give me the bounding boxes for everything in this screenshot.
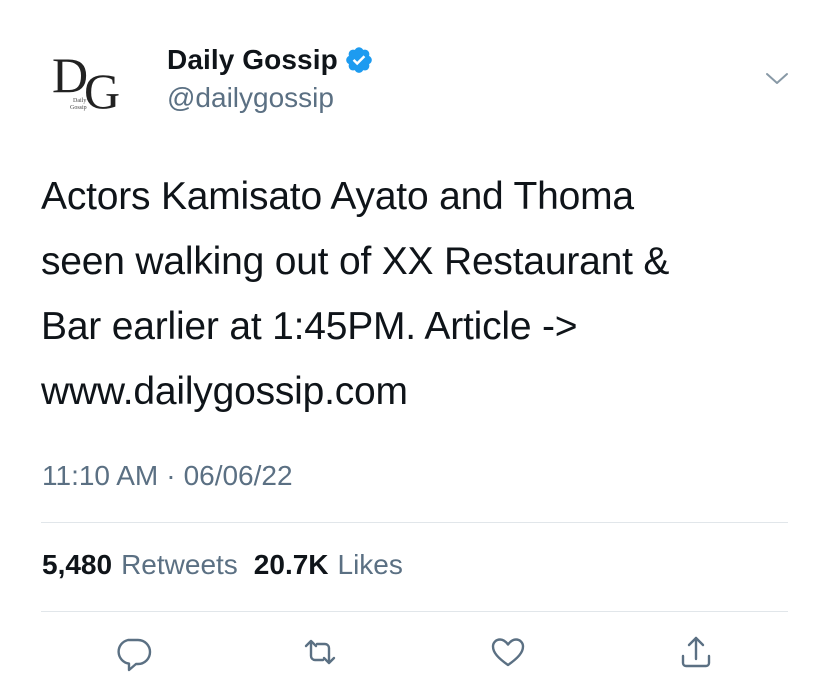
divider — [41, 611, 788, 612]
reply-icon — [117, 638, 152, 672]
svg-text:Daily: Daily — [73, 98, 86, 104]
timestamp[interactable]: 11:10 AM · 06/06/22 — [42, 460, 293, 492]
reply-button[interactable] — [111, 630, 155, 674]
author-name-row[interactable]: Daily Gossip — [167, 42, 374, 78]
divider — [41, 522, 788, 523]
more-options-button[interactable] — [762, 64, 792, 94]
retweet-icon — [304, 639, 336, 665]
action-bar — [0, 630, 828, 680]
heart-icon — [491, 638, 525, 667]
verified-badge-icon — [344, 45, 374, 75]
handle[interactable]: @dailygossip — [167, 82, 334, 114]
retweets-stat[interactable]: 5,480 Retweets — [42, 549, 238, 581]
tweet-date: 06/06/22 — [183, 460, 293, 491]
tweet-text: Actors Kamisato Ayato and Thoma seen wal… — [41, 175, 670, 413]
like-button[interactable] — [486, 630, 530, 674]
likes-label: Likes — [337, 549, 403, 580]
tweet-card: D G Daily Gossip Daily Gossip @dailygoss… — [0, 0, 828, 700]
svg-text:G: G — [84, 63, 120, 119]
avatar[interactable]: D G Daily Gossip — [44, 32, 152, 128]
daily-gossip-logo: D G Daily Gossip — [52, 47, 120, 119]
retweets-label: Retweets — [121, 549, 238, 580]
likes-count: 20.7K — [253, 549, 329, 580]
retweets-count: 5,480 — [42, 549, 113, 580]
share-icon — [681, 636, 711, 668]
engagement-stats: 5,480 Retweets 20.7K Likes — [42, 549, 403, 581]
display-name[interactable]: Daily Gossip — [167, 44, 338, 76]
retweet-button[interactable] — [298, 630, 342, 674]
separator: · — [166, 460, 176, 491]
svg-text:Gossip: Gossip — [70, 105, 87, 111]
tweet-time: 11:10 AM — [42, 460, 159, 491]
svg-text:D: D — [52, 47, 88, 103]
share-button[interactable] — [674, 630, 718, 674]
chevron-down-icon — [766, 73, 788, 84]
likes-stat[interactable]: 20.7K Likes — [254, 549, 403, 581]
